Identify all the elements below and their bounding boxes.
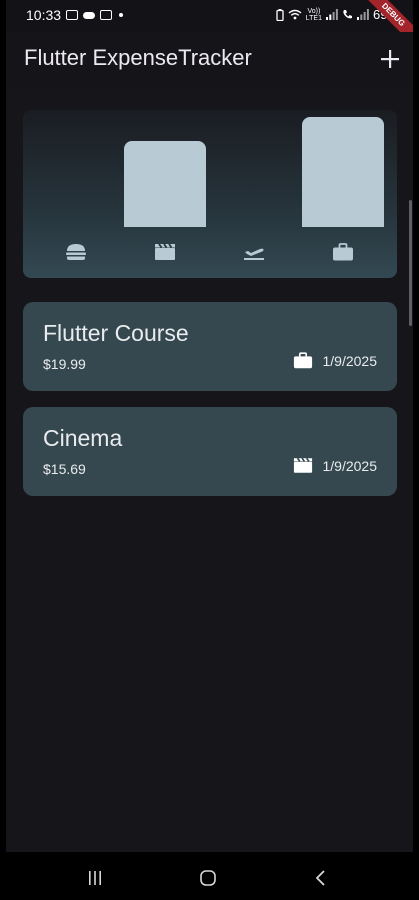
expense-date: 1/9/2025 — [322, 352, 378, 369]
home-icon — [200, 870, 216, 886]
expense-amount: $15.69 — [43, 461, 86, 477]
clapperboard-icon — [124, 240, 206, 264]
expense-meta: 1/9/2025 — [293, 457, 378, 474]
notification-icon — [100, 10, 113, 20]
cloud-icon — [83, 11, 96, 19]
clapperboard-icon — [293, 457, 312, 473]
back-button[interactable] — [306, 864, 336, 892]
status-bar: 10:33 Vo)) LTE1 69% DEBUG — [6, 0, 413, 54]
more-notifications-icon — [119, 13, 124, 17]
signal-icon — [356, 9, 369, 20]
expense-card[interactable]: Cinema $15.69 1/9/2025 — [23, 407, 397, 496]
signal-icon — [325, 9, 338, 20]
call-icon — [343, 10, 352, 19]
recent-apps-icon — [89, 871, 101, 885]
app-screen: 10:33 Vo)) LTE1 69% DEBUG Flutter Expens… — [6, 0, 413, 900]
volte-label: Vo)) — [307, 7, 321, 15]
notification-icon — [66, 10, 79, 20]
plus-icon — [381, 50, 399, 68]
home-button[interactable] — [193, 864, 223, 892]
scrollbar[interactable] — [409, 200, 412, 326]
wifi-icon — [288, 9, 302, 20]
lte-label: LTE1 — [305, 14, 322, 22]
back-icon — [315, 870, 325, 886]
app-title: Flutter ExpenseTracker — [24, 45, 252, 70]
expense-meta: 1/9/2025 — [293, 352, 378, 369]
network-type: Vo)) LTE1 — [306, 8, 322, 22]
expense-amount: $19.99 — [43, 356, 86, 372]
chart-bar-leisure — [124, 141, 206, 227]
battery-saver-icon — [276, 8, 284, 21]
status-left: 10:33 — [26, 7, 124, 23]
plane-icon — [213, 240, 295, 264]
briefcase-icon — [293, 352, 312, 369]
expense-date: 1/9/2025 — [322, 457, 378, 474]
recent-apps-button[interactable] — [80, 864, 110, 892]
status-time: 10:33 — [26, 7, 62, 23]
briefcase-icon — [302, 240, 384, 264]
expense-title: Flutter Course — [43, 320, 189, 346]
system-nav-bar — [6, 852, 413, 900]
add-expense-button[interactable] — [373, 42, 407, 76]
expense-chart — [23, 110, 397, 278]
expense-card[interactable]: Flutter Course $19.99 1/9/2025 — [23, 302, 397, 391]
chart-bar-work — [302, 117, 384, 227]
expense-title: Cinema — [43, 425, 123, 451]
burger-icon — [35, 240, 117, 264]
app-bar: Flutter ExpenseTracker — [6, 32, 413, 88]
